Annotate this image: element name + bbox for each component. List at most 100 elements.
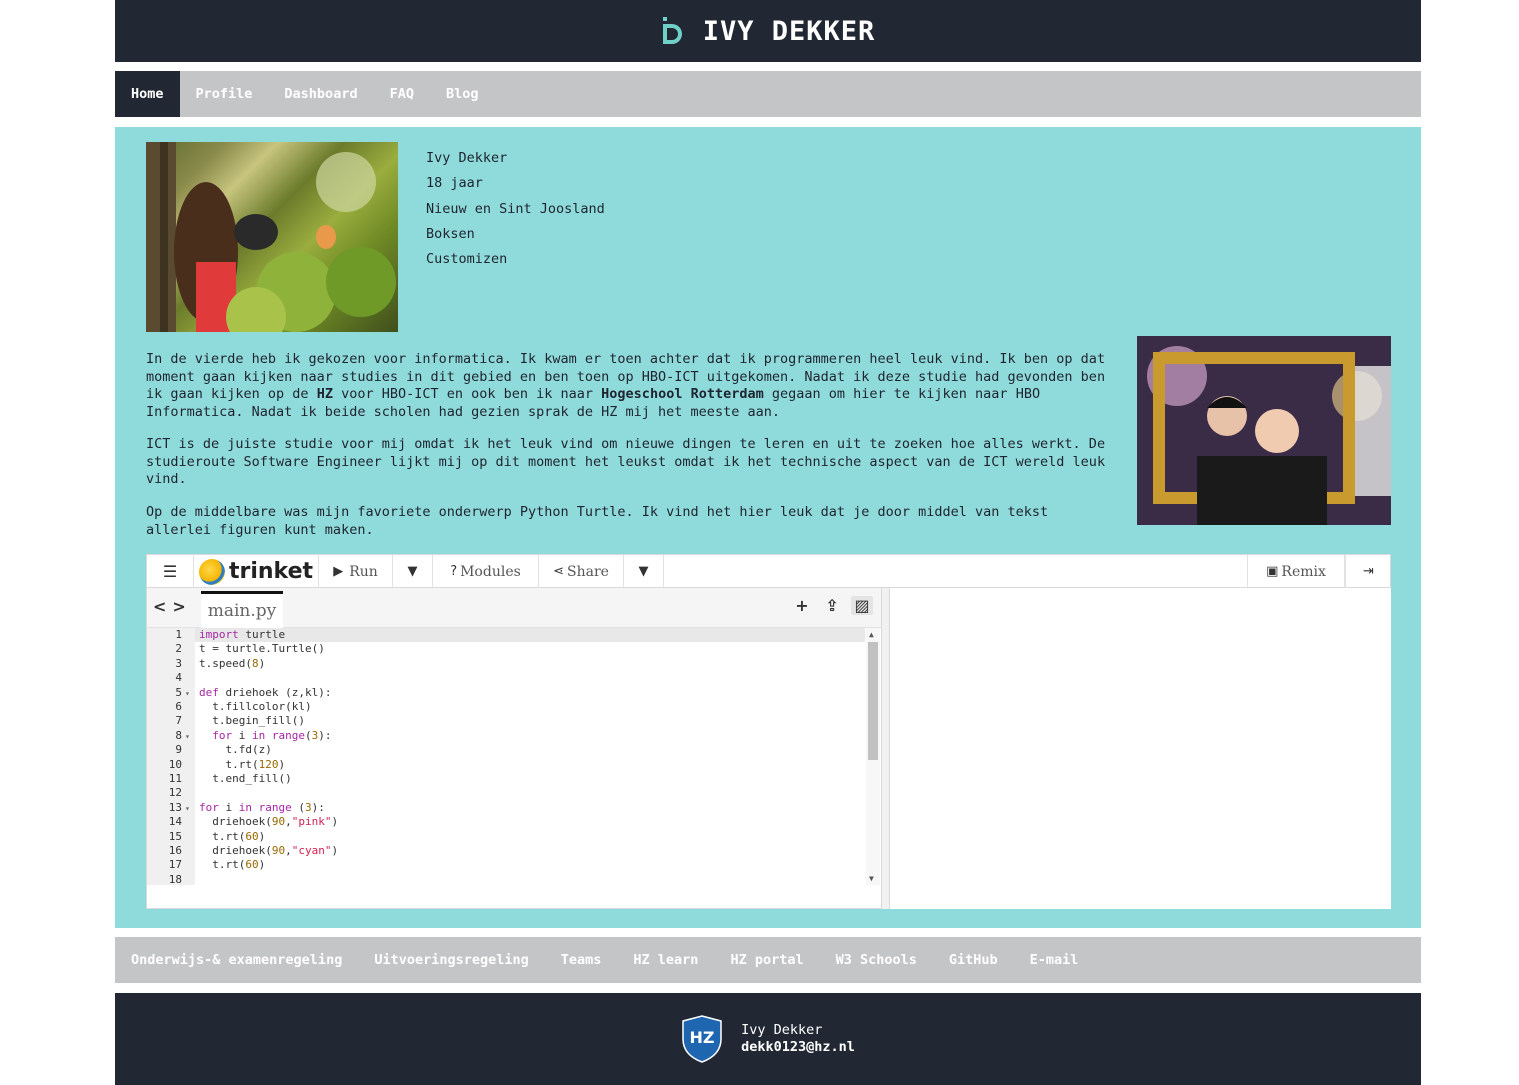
line-number: 12 bbox=[168, 786, 182, 800]
d-logo-icon bbox=[662, 17, 682, 44]
line-gutter: 1 2 3 4 5 ▾ 6 7 8 ▾ 9 10 11 12 13 ▾ 14 15 16 17 18 bbox=[147, 628, 195, 886]
fold-toggle-icon[interactable]: ▾ bbox=[185, 804, 190, 813]
code-line[interactable]: driehoek(90,"cyan") bbox=[199, 844, 338, 858]
code-line[interactable]: t.rt(60) bbox=[199, 830, 265, 844]
link-hz-portal[interactable]: HZ portal bbox=[714, 952, 819, 968]
code-line[interactable]: for i in range(3): bbox=[199, 729, 331, 743]
link-w3-schools[interactable]: W3 Schools bbox=[820, 952, 933, 968]
site-footer: HZ Ivy Dekker dekk0123@hz.nl bbox=[115, 993, 1421, 1085]
line-number: 5 bbox=[175, 685, 182, 699]
intro-hogeschool-rotterdam: Hogeschool Rotterdam bbox=[601, 386, 764, 402]
remix-button[interactable]: ▣ Remix bbox=[1247, 555, 1345, 588]
code-line[interactable]: t.rt(60) bbox=[199, 858, 265, 872]
code-line[interactable]: t.end_fill() bbox=[199, 772, 291, 786]
code-line[interactable]: t = turtle.Turtle() bbox=[199, 642, 325, 656]
scroll-up-icon[interactable]: ▲ bbox=[869, 630, 874, 639]
link-github[interactable]: GitHub bbox=[933, 952, 1014, 968]
link-uitvoeringsregeling[interactable]: Uitvoeringsregeling bbox=[358, 952, 544, 968]
line-number: 16 bbox=[168, 844, 182, 857]
code-line[interactable]: for i in range (3): bbox=[199, 801, 325, 815]
code-area[interactable]: 1 2 3 4 5 ▾ 6 7 8 ▾ 9 10 11 12 13 ▾ 14 15 16 17 18 import tu… bbox=[147, 628, 880, 886]
upload-icon[interactable]: ⇪ bbox=[821, 596, 843, 615]
trinket-toolbar: ☰ trinket ▶ Run ▼ ? Modules ⋖ Share ▼ ▣ Remi… bbox=[147, 555, 1390, 588]
line-number: 8 bbox=[175, 728, 182, 742]
nav-dashboard[interactable]: Dashboard bbox=[268, 71, 373, 117]
code-line[interactable]: driehoek(90,"pink") bbox=[199, 815, 338, 829]
nav-home[interactable]: Home bbox=[115, 71, 180, 117]
line-number: 6 bbox=[175, 700, 182, 713]
nav-blog[interactable]: Blog bbox=[430, 71, 495, 117]
line-number: 2 bbox=[175, 642, 182, 656]
profile-hobby-1: Boksen bbox=[426, 225, 475, 242]
editor-tabs: <> main.py + ⇪ ▨ bbox=[147, 588, 881, 628]
trinket-logo[interactable]: trinket bbox=[194, 555, 319, 588]
nav-faq[interactable]: FAQ bbox=[374, 71, 430, 117]
code-line[interactable]: def driehoek (z,kl): bbox=[199, 686, 331, 700]
profile-age: 18 jaar bbox=[426, 175, 483, 192]
intro-text-c: voor HBO-ICT en ook ben ik naar bbox=[332, 386, 602, 402]
sign-in-icon: ⇥ bbox=[1363, 564, 1374, 579]
trinket-logo-icon bbox=[198, 558, 225, 585]
line-number: 7 bbox=[175, 714, 182, 728]
intro-paragraph: In de vierde heb ik gekozen voor informa… bbox=[146, 351, 1111, 421]
link-onderwijs-examenregeling[interactable]: Onderwijs-& examenregeling bbox=[115, 952, 358, 968]
link-email[interactable]: E-mail bbox=[1014, 952, 1095, 968]
nav-profile[interactable]: Profile bbox=[180, 71, 269, 117]
code-line[interactable]: t.begin_fill() bbox=[199, 714, 305, 728]
link-teams[interactable]: Teams bbox=[545, 952, 618, 968]
line-number: 15 bbox=[168, 829, 182, 843]
line-number: 17 bbox=[168, 858, 182, 872]
python-paragraph: Op de middelbare was mijn favoriete onde… bbox=[146, 504, 1049, 538]
code-line[interactable]: t.fd(z) bbox=[199, 743, 271, 757]
site-title: IVY DEKKER bbox=[702, 15, 876, 47]
code-line[interactable]: t.speed(8) bbox=[199, 657, 265, 671]
share-icon: ⋖ bbox=[553, 564, 564, 579]
svg-text:HZ: HZ bbox=[690, 1028, 715, 1047]
code-line[interactable]: import turtle bbox=[195, 628, 865, 643]
line-number: 14 bbox=[168, 815, 182, 829]
code-toggle-icon[interactable]: <> bbox=[153, 597, 192, 616]
line-number: 9 bbox=[175, 743, 182, 757]
footer-links: Onderwijs-& examenregeling Uitvoeringsre… bbox=[115, 937, 1421, 983]
line-number: 3 bbox=[175, 656, 182, 670]
save-icon: ▣ bbox=[1266, 564, 1279, 579]
run-button[interactable]: ▶ Run bbox=[319, 555, 393, 588]
run-options-dropdown[interactable]: ▼ bbox=[393, 555, 433, 588]
intro-hz: HZ bbox=[316, 386, 333, 402]
tab-main-py[interactable]: main.py bbox=[201, 591, 283, 628]
line-number: 4 bbox=[175, 671, 182, 685]
footer-name: Ivy Dekker bbox=[741, 1021, 823, 1038]
scroll-down-icon[interactable]: ▼ bbox=[869, 874, 874, 883]
editor-scrollbar[interactable]: ▲ ▼ bbox=[866, 628, 880, 885]
line-number: 10 bbox=[168, 757, 182, 771]
code-line[interactable]: t.rt(120) bbox=[199, 758, 285, 772]
pane-splitter[interactable] bbox=[882, 588, 890, 909]
fold-toggle-icon[interactable]: ▾ bbox=[185, 732, 190, 741]
line-number: 18 bbox=[168, 872, 182, 886]
frame-photo bbox=[1137, 336, 1391, 525]
code-line[interactable]: t.fillcolor(kl) bbox=[199, 700, 311, 714]
modules-button[interactable]: ? Modules bbox=[433, 555, 539, 588]
footer-email[interactable]: dekk0123@hz.nl bbox=[741, 1039, 855, 1057]
image-icon[interactable]: ▨ bbox=[851, 596, 873, 615]
hamburger-icon: ☰ bbox=[162, 562, 178, 581]
code-editor: <> main.py + ⇪ ▨ 1 2 3 4 5 ▾ 6 7 8 ▾ 9 10 11 12 13 ▾ 14 1… bbox=[147, 588, 882, 909]
main-content: Ivy Dekker 18 jaar Nieuw en Sint Jooslan… bbox=[115, 127, 1421, 928]
link-hz-learn[interactable]: HZ learn bbox=[617, 952, 714, 968]
frame-photo-illustration bbox=[1137, 336, 1391, 525]
caret-down-icon: ▼ bbox=[638, 564, 649, 579]
menu-button[interactable]: ☰ bbox=[147, 555, 194, 588]
line-number: 11 bbox=[168, 772, 182, 785]
hz-shield-icon: HZ bbox=[682, 1015, 722, 1063]
login-button[interactable]: ⇥ bbox=[1345, 555, 1391, 588]
share-button[interactable]: ⋖ Share bbox=[539, 555, 624, 588]
add-file-icon[interactable]: + bbox=[791, 596, 813, 615]
share-options-dropdown[interactable]: ▼ bbox=[624, 555, 664, 588]
fold-toggle-icon[interactable]: ▾ bbox=[185, 689, 190, 698]
trinket-brand: trinket bbox=[228, 558, 314, 584]
trinket-embed: ☰ trinket ▶ Run ▼ ? Modules ⋖ Share ▼ ▣ Remi… bbox=[146, 554, 1391, 909]
profile-hobby-2: Customizen bbox=[426, 251, 508, 268]
profile-photo bbox=[146, 142, 398, 332]
play-icon: ▶ bbox=[333, 564, 344, 579]
scrollbar-thumb[interactable] bbox=[868, 642, 878, 760]
